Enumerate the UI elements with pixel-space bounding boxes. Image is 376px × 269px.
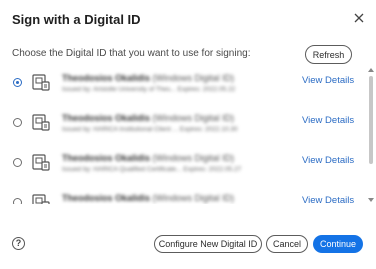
id-issuer: Issued by: HARICA Institutional Client .…	[62, 126, 238, 133]
id-type: (Windows Digital ID)	[152, 73, 235, 83]
dialog-title: Sign with a Digital ID	[12, 12, 141, 27]
certificate-icon	[32, 194, 50, 204]
id-name-line: Theodosios Okalidis (Windows Digital ID)	[62, 113, 234, 123]
view-details-link[interactable]: View Details	[302, 115, 354, 126]
digital-id-row[interactable]: Theodosios Okalidis (Windows Digital ID)…	[0, 66, 376, 106]
cancel-button[interactable]: Cancel	[266, 235, 308, 253]
id-type: (Windows Digital ID)	[152, 113, 235, 123]
id-type: (Windows Digital ID)	[152, 153, 235, 163]
refresh-button[interactable]: Refresh	[305, 45, 352, 64]
radio-unselected[interactable]	[13, 158, 22, 167]
configure-new-digital-id-button[interactable]: Configure New Digital ID	[154, 235, 262, 253]
view-details-link[interactable]: View Details	[302, 75, 354, 86]
scroll-down-arrow[interactable]	[368, 198, 374, 202]
close-button[interactable]	[352, 11, 366, 25]
view-details-link[interactable]: View Details	[302, 155, 354, 166]
radio-unselected[interactable]	[13, 198, 22, 204]
digital-id-row[interactable]: Theodosios Okalidis (Windows Digital ID)…	[0, 186, 376, 204]
instruction-text: Choose the Digital ID that you want to u…	[12, 48, 251, 59]
sign-dialog: Sign with a Digital ID Choose the Digita…	[0, 0, 376, 269]
id-name: Theodosios Okalidis	[62, 193, 151, 203]
id-name: Theodosios Okalidis	[62, 153, 151, 163]
certificate-icon	[32, 114, 50, 131]
continue-button[interactable]: Continue	[313, 235, 363, 253]
radio-selected[interactable]	[13, 78, 22, 87]
help-icon[interactable]: ?	[12, 237, 25, 250]
radio-unselected[interactable]	[13, 118, 22, 127]
certificate-icon	[32, 74, 50, 91]
digital-id-row[interactable]: Theodosios Okalidis (Windows Digital ID)…	[0, 146, 376, 186]
id-name-line: Theodosios Okalidis (Windows Digital ID)	[62, 193, 234, 203]
id-issuer: Issued by: Aristotle University of Thes.…	[62, 86, 236, 93]
id-name: Theodosios Okalidis	[62, 73, 151, 83]
digital-id-list: Theodosios Okalidis (Windows Digital ID)…	[0, 66, 376, 204]
id-type: (Windows Digital ID)	[152, 193, 235, 203]
close-icon	[354, 13, 364, 23]
scrollbar-thumb[interactable]	[369, 76, 373, 164]
id-issuer: Issued by: HARICA Qualified Certificate.…	[62, 166, 242, 173]
list-scrollbar[interactable]	[367, 66, 375, 204]
view-details-link[interactable]: View Details	[302, 195, 354, 204]
digital-id-row[interactable]: Theodosios Okalidis (Windows Digital ID)…	[0, 106, 376, 146]
scroll-up-arrow[interactable]	[368, 68, 374, 72]
certificate-icon	[32, 154, 50, 171]
id-name: Theodosios Okalidis	[62, 113, 151, 123]
id-name-line: Theodosios Okalidis (Windows Digital ID)	[62, 73, 234, 83]
id-name-line: Theodosios Okalidis (Windows Digital ID)	[62, 153, 234, 163]
